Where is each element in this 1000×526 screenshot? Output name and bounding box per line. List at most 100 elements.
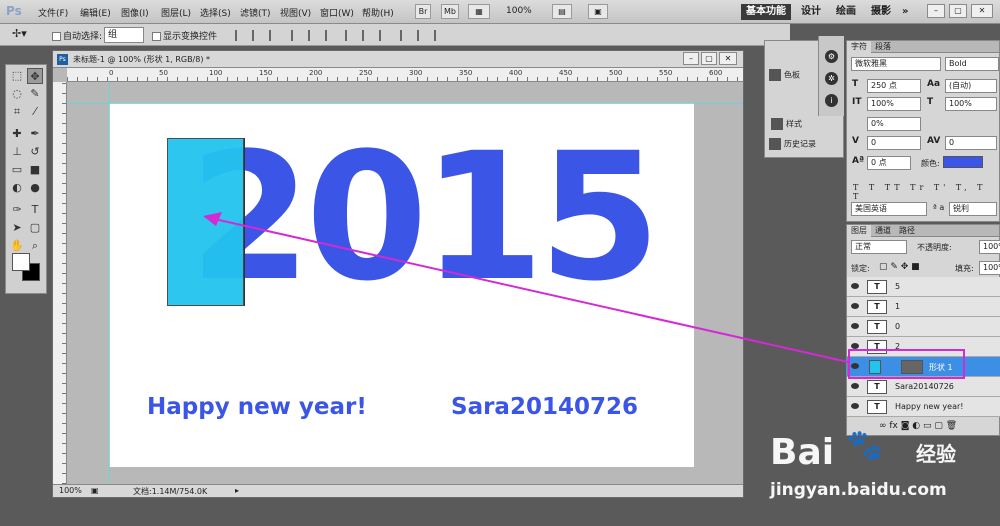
antialias-select[interactable]: 锐利 <box>949 202 997 216</box>
crop-tool-icon[interactable]: ⌗ <box>9 104 25 120</box>
align-hcenter-icon[interactable] <box>308 30 318 41</box>
tracking-field[interactable]: 0 <box>945 136 997 150</box>
text-style-buttons[interactable]: T T TT Tr T' T, T T <box>853 183 999 201</box>
menu-layer[interactable]: 图层(L) <box>161 6 191 19</box>
info-icon[interactable]: i <box>825 94 838 107</box>
actions-icon[interactable]: ⚙ <box>825 50 838 63</box>
history-item[interactable]: 历史记录 <box>769 138 816 150</box>
marquee-tool-icon[interactable]: ⬚ <box>9 68 25 84</box>
swatches-item[interactable]: 色板 <box>769 69 800 81</box>
healing-brush-icon[interactable]: ✚ <box>9 126 25 142</box>
pen-tool-icon[interactable]: ✑ <box>9 202 25 218</box>
font-family-select[interactable]: 微软雅黑 <box>851 57 941 71</box>
layer-row[interactable]: T Happy new year! <box>847 397 1000 417</box>
menu-help[interactable]: 帮助(H) <box>362 6 394 19</box>
visibility-eye-icon[interactable] <box>851 303 859 309</box>
horizontal-ruler[interactable]: 0 50 100 150 200 250 300 350 400 450 500… <box>67 68 743 82</box>
visibility-eye-icon[interactable] <box>851 403 859 409</box>
layer-row[interactable]: T1 <box>847 297 1000 317</box>
path-select-icon[interactable]: ➤ <box>9 220 25 236</box>
adjustments-icon[interactable]: ✲ <box>825 72 838 85</box>
dodge-tool-icon[interactable]: ● <box>27 180 43 196</box>
canvas[interactable]: 2015 Happy new year! Sara20140726 <box>109 103 694 467</box>
align-vcenter-icon[interactable] <box>252 30 262 41</box>
distribute-hcenter-icon[interactable] <box>417 30 427 41</box>
menu-file[interactable]: 文件(F) <box>38 6 68 19</box>
styles-item[interactable]: 样式 <box>771 118 802 130</box>
transform-controls-checkbox[interactable] <box>152 32 161 41</box>
text-color-swatch[interactable] <box>943 156 983 168</box>
view-extras-icon[interactable]: ▦ <box>468 4 490 19</box>
layer-row[interactable]: T0 <box>847 317 1000 337</box>
menu-edit[interactable]: 编辑(E) <box>80 6 111 19</box>
lasso-tool-icon[interactable]: ◌ <box>9 86 25 102</box>
eyedropper-tool-icon[interactable]: ⁄ <box>27 104 43 120</box>
align-right-icon[interactable] <box>325 30 335 41</box>
eraser-tool-icon[interactable]: ▭ <box>9 162 25 178</box>
quick-select-tool-icon[interactable]: ✎ <box>27 86 43 102</box>
move-tool-preset-icon[interactable]: ✢▾ <box>12 27 27 40</box>
screen-mode-icon[interactable]: ▣ <box>588 4 608 19</box>
menu-filter[interactable]: 滤镜(T) <box>240 6 271 19</box>
tracking-percent-field[interactable]: 0% <box>867 117 921 131</box>
fill-field[interactable]: 100% <box>979 261 1000 275</box>
workspace-essentials[interactable]: 基本功能 <box>741 4 791 20</box>
restore-icon[interactable]: ▢ <box>949 4 967 18</box>
color-swatches[interactable] <box>12 253 42 283</box>
vertical-scale-field[interactable]: 100% <box>867 97 921 111</box>
align-top-icon[interactable] <box>235 30 245 41</box>
auto-select-dropdown[interactable]: 组 <box>104 27 144 43</box>
status-zoom[interactable]: 100% <box>59 486 82 495</box>
blend-mode-select[interactable]: 正常 <box>851 240 907 254</box>
align-bottom-icon[interactable] <box>269 30 279 41</box>
distribute-vcenter-icon[interactable] <box>362 30 372 41</box>
workspace-design[interactable]: 设计 <box>796 4 826 20</box>
doc-minimize-icon[interactable]: – <box>683 52 699 65</box>
workspace-photography[interactable]: 摄影 <box>866 4 896 20</box>
visibility-eye-icon[interactable] <box>851 283 859 289</box>
opacity-field[interactable]: 100% <box>979 240 1000 254</box>
font-size-field[interactable]: 250 点 <box>867 79 921 93</box>
blur-tool-icon[interactable]: ◐ <box>9 180 25 196</box>
tab-paragraph[interactable]: 段落 <box>871 41 895 53</box>
shape-1-rectangle[interactable] <box>167 138 244 306</box>
foreground-color[interactable] <box>12 253 30 271</box>
menu-view[interactable]: 视图(V) <box>280 6 311 19</box>
shape-tool-icon[interactable]: ▢ <box>27 220 43 236</box>
history-brush-icon[interactable]: ↺ <box>27 144 43 160</box>
tab-character[interactable]: 字符 <box>847 41 871 53</box>
vertical-ruler[interactable] <box>53 82 67 484</box>
layer-row[interactable]: T5 <box>847 277 1000 297</box>
menu-image[interactable]: 图像(I) <box>121 6 149 19</box>
doc-restore-icon[interactable]: ▢ <box>701 52 717 65</box>
menu-select[interactable]: 选择(S) <box>200 6 231 19</box>
menu-window[interactable]: 窗口(W) <box>320 6 354 19</box>
bridge-button[interactable]: Br <box>415 4 431 19</box>
type-tool-icon[interactable]: T <box>27 202 43 218</box>
distribute-left-icon[interactable] <box>400 30 410 41</box>
status-info-icon[interactable]: ▣ <box>91 486 99 495</box>
hand-tool-icon[interactable]: ✋ <box>9 238 25 254</box>
language-select[interactable]: 美国英语 <box>851 202 927 216</box>
kerning-field[interactable]: 0 <box>867 136 921 150</box>
lock-icons[interactable]: ▢ ✎ ✥ ■ <box>879 262 920 272</box>
tab-channels[interactable]: 通道 <box>871 225 895 237</box>
leading-field[interactable]: (自动) <box>945 79 997 93</box>
workspace-painting[interactable]: 绘画 <box>831 4 861 20</box>
visibility-eye-icon[interactable] <box>851 323 859 329</box>
tab-paths[interactable]: 路径 <box>895 225 919 237</box>
move-tool-icon[interactable]: ✥ <box>27 68 43 84</box>
baseline-field[interactable]: 0 点 <box>867 156 911 170</box>
close-icon[interactable]: ✕ <box>971 4 993 18</box>
distribute-top-icon[interactable] <box>345 30 355 41</box>
visibility-eye-icon[interactable] <box>851 383 859 389</box>
document-tab[interactable]: Ps 未标题-1 @ 100% (形状 1, RGB/8) * – ▢ ✕ <box>53 51 743 68</box>
clone-stamp-icon[interactable]: ⊥ <box>9 144 25 160</box>
doc-close-icon[interactable]: ✕ <box>719 52 737 65</box>
layer-row[interactable]: T Sara20140726 <box>847 377 1000 397</box>
guide-horizontal[interactable] <box>67 103 743 104</box>
guide-vertical[interactable] <box>109 82 110 484</box>
arrange-icon[interactable]: ▤ <box>552 4 572 19</box>
align-left-icon[interactable] <box>291 30 301 41</box>
distribute-right-icon[interactable] <box>434 30 444 41</box>
